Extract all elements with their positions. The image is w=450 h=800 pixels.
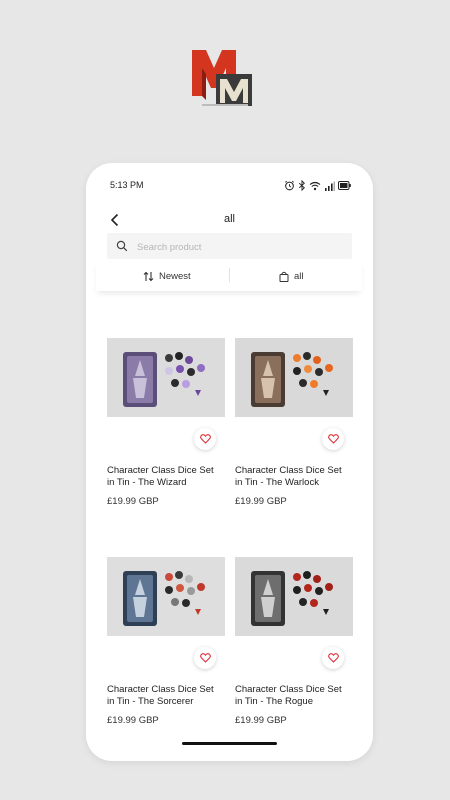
brand-logo <box>190 46 256 110</box>
product-image[interactable] <box>107 557 225 636</box>
favorite-button[interactable] <box>194 647 216 669</box>
product-image[interactable] <box>235 557 353 636</box>
sort-button[interactable]: Newest <box>143 261 191 291</box>
favorite-button[interactable] <box>322 428 344 450</box>
shopping-bag-icon <box>279 271 289 282</box>
product-name[interactable]: Character Class Dice Set in Tin - The Ro… <box>235 684 347 708</box>
bluetooth-icon <box>298 180 305 191</box>
product-price: £19.99 GBP <box>235 496 287 507</box>
status-time: 5:13 PM <box>110 180 144 190</box>
heart-icon <box>327 434 339 444</box>
heart-icon <box>199 653 211 663</box>
filter-bar: Newest all <box>96 261 362 291</box>
product-name[interactable]: Character Class Dice Set in Tin - The So… <box>107 684 219 708</box>
sort-label: Newest <box>159 270 191 282</box>
search-input[interactable] <box>135 233 349 261</box>
heart-icon <box>327 653 339 663</box>
phone-screen: 5:13 PM all Newest all <box>86 163 373 761</box>
alarm-icon <box>285 180 294 191</box>
home-indicator[interactable] <box>182 742 277 745</box>
product-price: £19.99 GBP <box>235 715 287 726</box>
sort-icon <box>143 271 154 281</box>
category-filter-button[interactable]: all <box>279 261 304 291</box>
product-name[interactable]: Character Class Dice Set in Tin - The Wi… <box>107 465 219 489</box>
search-bar[interactable] <box>107 233 352 261</box>
favorite-button[interactable] <box>194 428 216 450</box>
product-image[interactable] <box>235 338 353 417</box>
wifi-icon <box>309 181 321 190</box>
top-bar: all <box>86 209 373 231</box>
filter-divider <box>229 268 230 282</box>
favorite-button[interactable] <box>322 647 344 669</box>
page-title: all <box>223 213 235 225</box>
product-price: £19.99 GBP <box>107 715 159 726</box>
product-image[interactable] <box>107 338 225 417</box>
product-price: £19.99 GBP <box>107 496 159 507</box>
search-icon <box>116 240 128 252</box>
status-bar: 5:13 PM <box>86 180 373 194</box>
heart-icon <box>199 434 211 444</box>
battery-icon <box>338 181 351 190</box>
category-label: all <box>294 270 304 282</box>
signal-icon <box>325 181 335 191</box>
product-name[interactable]: Character Class Dice Set in Tin - The Wa… <box>235 465 347 489</box>
